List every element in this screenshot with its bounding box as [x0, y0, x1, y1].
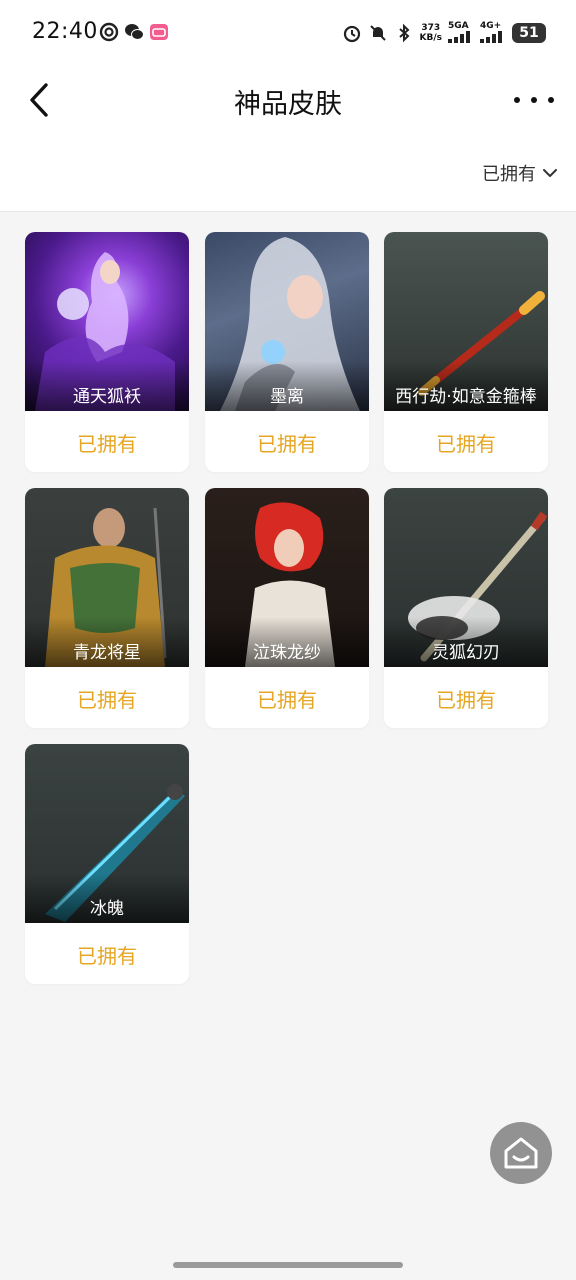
system-icons: 373 KB/s 5GA 4G+ 51 — [342, 22, 546, 43]
signal-sim1: 5GA — [448, 22, 474, 43]
more-dots-icon — [531, 97, 537, 103]
nav-bar: 神品皮肤 — [0, 64, 576, 136]
more-dots-icon — [548, 97, 554, 103]
home-float-button[interactable] — [490, 1122, 552, 1184]
ownership-status: 已拥有 — [257, 432, 317, 456]
alarm-icon — [343, 25, 360, 42]
skin-name: 灵狐幻刃 — [432, 643, 500, 663]
skin-card[interactable]: 通天狐袄 已拥有 — [25, 232, 189, 472]
signal-bars-icon — [480, 31, 502, 43]
filter-label: 已拥有 — [482, 164, 536, 185]
ownership-filter-dropdown[interactable]: 已拥有 — [482, 160, 558, 186]
home-icon — [504, 1137, 538, 1169]
mute-bell-icon — [369, 24, 386, 41]
signal-sim2: 4G+ — [480, 22, 506, 43]
page-title: 神品皮肤 — [234, 89, 342, 120]
spiral-app-icon — [99, 22, 119, 42]
skin-name: 冰魄 — [90, 899, 124, 919]
ownership-status: 已拥有 — [77, 944, 137, 968]
bluetooth-icon — [398, 23, 409, 42]
skin-card[interactable]: 青龙将星 已拥有 — [25, 488, 189, 728]
more-dots-icon — [514, 97, 520, 103]
wechat-icon — [125, 24, 144, 40]
skin-name: 墨离 — [270, 387, 304, 407]
skin-name: 西行劫·如意金箍棒 — [395, 387, 537, 407]
chevron-down-icon — [543, 169, 557, 177]
net-speed: 373 KB/s — [419, 22, 442, 43]
skin-name: 泣珠龙纱 — [253, 643, 321, 663]
skin-name: 通天狐袄 — [73, 387, 141, 407]
header-area: 22:40 373 KB/s 5GA 4G+ 51 神品皮肤 已拥有 — [0, 0, 576, 212]
more-button[interactable] — [514, 84, 554, 116]
signal-bars-icon — [448, 31, 470, 43]
ownership-status: 已拥有 — [257, 688, 317, 712]
ownership-status: 已拥有 — [436, 688, 496, 712]
ownership-status: 已拥有 — [77, 688, 137, 712]
skin-card[interactable]: 灵狐幻刃 已拥有 — [384, 488, 548, 728]
ownership-status: 已拥有 — [77, 432, 137, 456]
status-time: 22:40 — [32, 19, 98, 44]
skin-name: 青龙将星 — [73, 643, 141, 663]
battery-indicator: 51 — [512, 22, 546, 43]
gesture-home-indicator[interactable] — [173, 1262, 403, 1268]
ownership-status: 已拥有 — [436, 432, 496, 456]
skin-card[interactable]: 墨离 已拥有 — [205, 232, 369, 472]
bilibili-icon — [150, 24, 168, 40]
skin-card[interactable]: 冰魄 已拥有 — [25, 744, 189, 984]
skin-card[interactable]: 泣珠龙纱 已拥有 — [205, 488, 369, 728]
skin-card[interactable]: 西行劫·如意金箍棒 已拥有 — [384, 232, 548, 472]
status-bar: 22:40 373 KB/s 5GA 4G+ 51 — [0, 0, 576, 64]
notification-icons — [99, 22, 169, 42]
